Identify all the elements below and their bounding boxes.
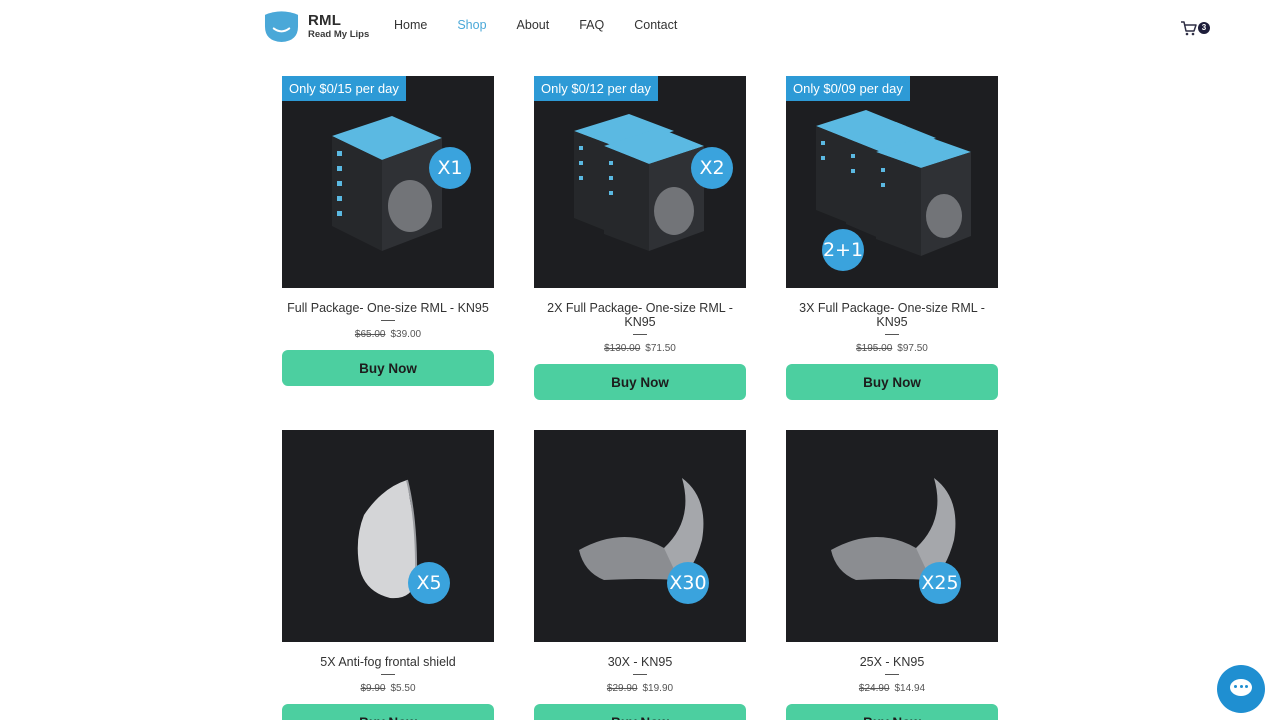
product-name[interactable]: 2X Full Package- One-size RML - KN95 [534,301,746,329]
main-nav: Home Shop About FAQ Contact [394,18,707,32]
shield-piece-image [357,479,418,599]
divider [885,334,899,335]
site-logo[interactable]: RML Read My Lips [262,9,369,43]
quantity-badge: X1 [429,147,471,189]
divider [381,674,395,675]
buy-now-button[interactable]: Buy Now [282,350,494,386]
divider [633,674,647,675]
product-name[interactable]: Full Package- One-size RML - KN95 [282,301,494,315]
quantity-badge: X25 [919,562,961,604]
divider [633,334,647,335]
buy-now-button[interactable]: Buy Now [786,704,998,720]
sale-price: $5.50 [390,683,416,694]
product-card: Only $0/12 per day X2 2X Full Package- O… [534,76,746,400]
nav-contact[interactable]: Contact [634,18,677,32]
mask-logo-icon [264,11,299,43]
product-image[interactable]: Only $0/15 per day X1 [282,76,494,288]
old-price: $65.00 [354,329,386,340]
price-ribbon: Only $0/12 per day [534,76,658,101]
product-card: X5 5X Anti-fog frontal shield $9.90 $5.50… [282,430,494,720]
old-price: $9.90 [360,683,386,694]
quantity-badge: X2 [691,147,733,189]
old-price: $130.00 [604,343,641,354]
old-price: $29.90 [606,683,638,694]
sale-price: $19.90 [642,683,674,694]
quantity-badge: X30 [667,562,709,604]
price-ribbon: Only $0/15 per day [282,76,406,101]
product-image[interactable]: Only $0/12 per day X2 [534,76,746,288]
product-card: Only $0/15 per day X1 Full Package- One-… [282,76,494,386]
buy-now-button[interactable]: Buy Now [282,704,494,720]
cart-icon [1181,21,1197,36]
product-card: Only $0/09 per day 2+1 3X Full Package- … [786,76,998,400]
mask-box-x3-image [816,110,971,256]
product-card: X30 30X - KN95 $29.90 $19.90 Buy Now [534,430,746,720]
nav-shop[interactable]: Shop [457,18,486,32]
divider [885,674,899,675]
filter-piece-image [831,478,956,580]
brand-title: RML [308,11,342,29]
sale-price: $39.00 [390,329,422,340]
product-card: X25 25X - KN95 $24.90 $14.94 Buy Now [786,430,998,720]
product-image[interactable]: X30 [534,430,746,642]
product-price: $130.00 $71.50 [534,343,746,354]
chat-dots [1234,685,1248,689]
product-name[interactable]: 3X Full Package- One-size RML - KN95 [786,301,998,329]
product-price: $9.90 $5.50 [282,683,494,694]
old-price: $195.00 [856,343,893,354]
sale-price: $14.94 [894,683,926,694]
product-name[interactable]: 25X - KN95 [786,655,998,669]
cart-count-badge: 3 [1198,22,1210,34]
product-image[interactable]: X5 [282,430,494,642]
sale-price: $71.50 [645,343,676,354]
price-ribbon: Only $0/09 per day [786,76,910,101]
product-price: $29.90 $19.90 [534,683,746,694]
product-price: $65.00 $39.00 [282,329,494,340]
quantity-badge: X5 [408,562,450,604]
nav-faq[interactable]: FAQ [579,18,604,32]
quantity-badge: 2+1 [822,229,864,271]
divider [381,320,395,321]
nav-about[interactable]: About [517,18,550,32]
product-image[interactable]: Only $0/09 per day 2+1 [786,76,998,288]
product-name[interactable]: 5X Anti-fog frontal shield [282,655,494,669]
product-price: $24.90 $14.94 [786,683,998,694]
old-price: $24.90 [858,683,890,694]
filter-piece-image [579,478,704,580]
cart-button[interactable]: 3 [1180,20,1210,38]
product-image[interactable]: X25 [786,430,998,642]
nav-home[interactable]: Home [394,18,427,32]
sale-price: $97.50 [897,343,928,354]
product-price: $195.00 $97.50 [786,343,998,354]
brand-subtitle: Read My Lips [308,28,370,40]
product-name[interactable]: 30X - KN95 [534,655,746,669]
shop-page: RML Read My Lips Home Shop About FAQ Con… [0,0,1280,720]
site-header: RML Read My Lips Home Shop About FAQ Con… [0,0,1280,56]
buy-now-button[interactable]: Buy Now [534,704,746,720]
chat-button[interactable] [1217,665,1265,713]
buy-now-button[interactable]: Buy Now [534,364,746,400]
buy-now-button[interactable]: Buy Now [786,364,998,400]
